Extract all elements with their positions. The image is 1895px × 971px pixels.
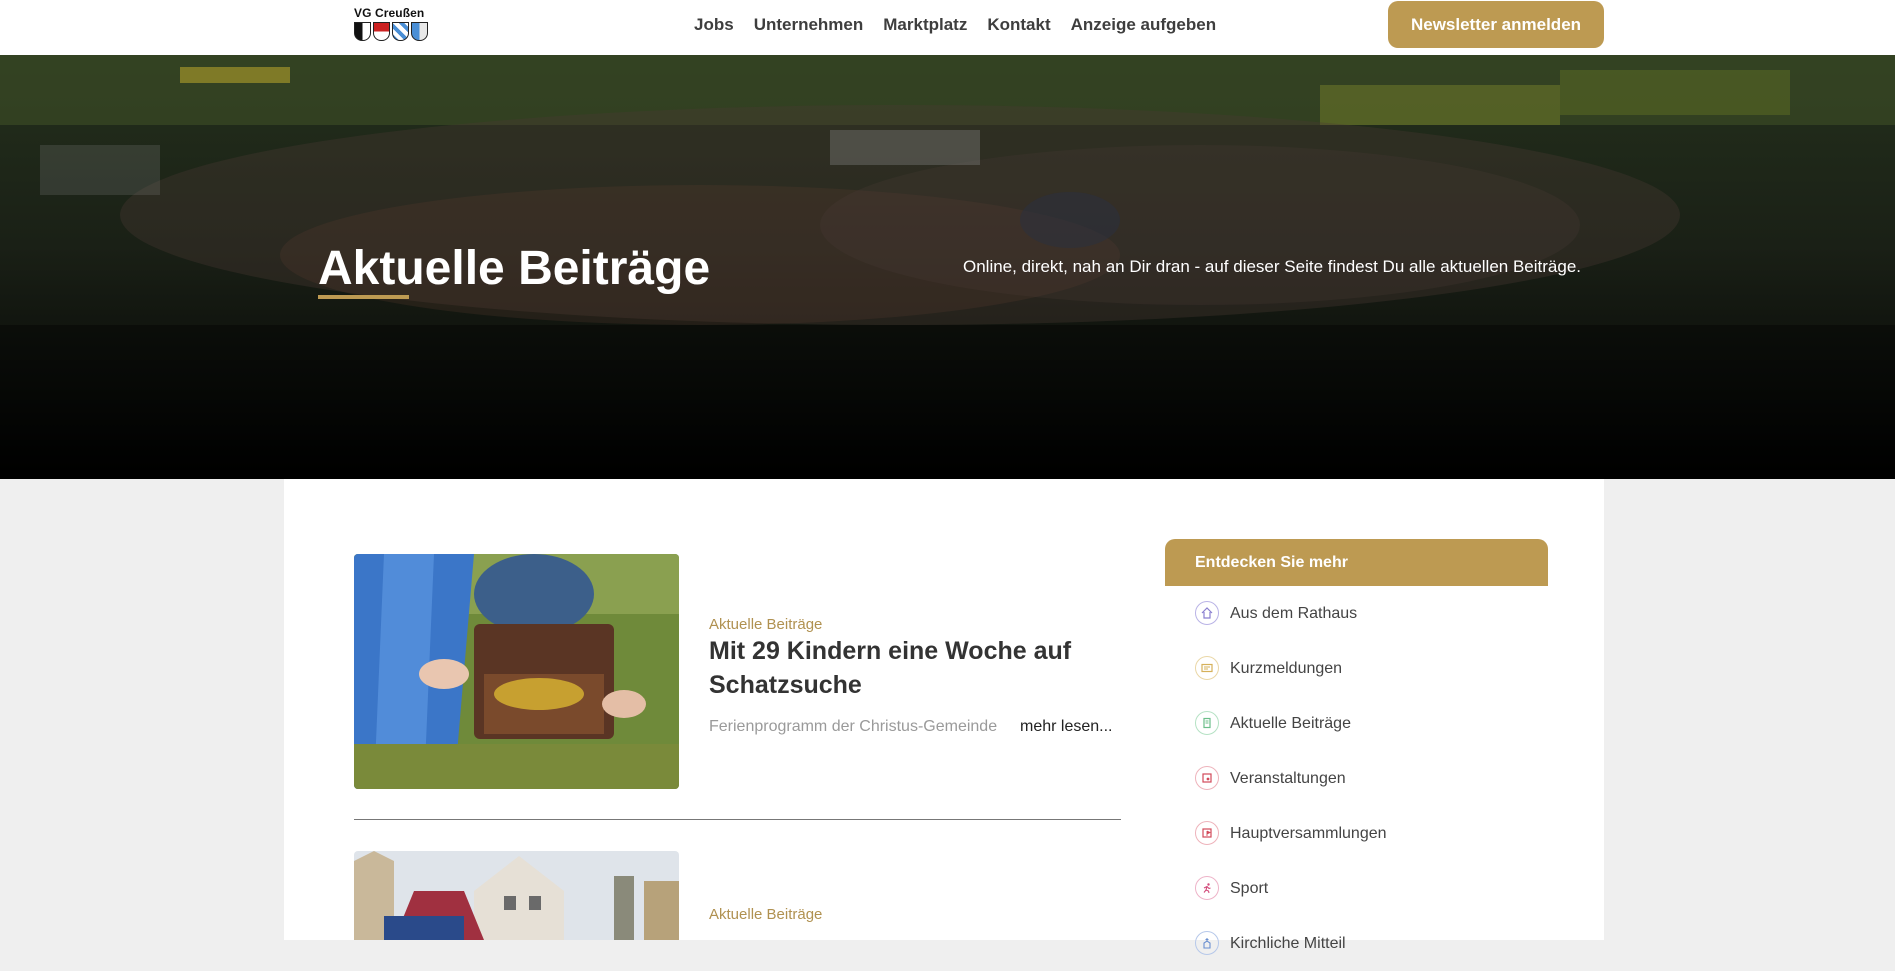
nav-unternehmen[interactable]: Unternehmen: [754, 14, 864, 36]
sidebar-item-kurzmeldungen[interactable]: Kurzmeldungen: [1165, 641, 1548, 696]
nav-jobs[interactable]: Jobs: [694, 14, 734, 36]
post-image[interactable]: [354, 851, 679, 940]
title-underline: [318, 295, 409, 299]
newspaper-icon: [1195, 656, 1219, 680]
nav-anzeige-aufgeben[interactable]: Anzeige aufgeben: [1071, 14, 1216, 36]
post-category[interactable]: Aktuelle Beiträge: [709, 906, 822, 924]
sidebar-category-list: Aus dem Rathaus Kurzmeldungen Aktuelle B…: [1165, 586, 1548, 971]
aerial-town-photo: [0, 55, 1895, 479]
hero-subtitle: Online, direkt, nah an Dir dran - auf di…: [963, 257, 1582, 276]
sidebar-item-label: Kirchliche Mitteil: [1230, 935, 1346, 952]
post-divider: [354, 819, 1121, 820]
sidebar-heading: Entdecken Sie mehr: [1165, 539, 1548, 586]
treasure-hunt-photo: [354, 554, 679, 789]
sidebar-item-label: Kurzmeldungen: [1230, 660, 1343, 677]
post-teaser: Ferienprogramm der Christus-Gemeinde: [709, 718, 998, 735]
post-category[interactable]: Aktuelle Beiträge: [709, 616, 822, 634]
nav-kontakt[interactable]: Kontakt: [987, 14, 1050, 36]
logo[interactable]: VG Creußen: [354, 6, 434, 46]
sidebar-item-label: Sport: [1230, 880, 1269, 897]
sidebar-item-sport[interactable]: Sport: [1165, 861, 1548, 916]
site-header: VG Creußen Jobs Unternehmen Marktplatz K…: [0, 0, 1895, 55]
coat-of-arms-icon: [392, 22, 409, 41]
sidebar-item-veranstaltungen[interactable]: Veranstaltungen: [1165, 751, 1548, 806]
post-item: Aktuelle Beiträge: [354, 851, 1134, 940]
read-more-link[interactable]: mehr lesen...: [1020, 717, 1112, 737]
post-image[interactable]: [354, 554, 679, 789]
church-icon: [1195, 931, 1219, 955]
main-content: Aktuelle Beiträge Mit 29 Kindern eine Wo…: [284, 479, 1604, 955]
sidebar-item-kirchliche-mitteilungen[interactable]: Kirchliche Mitteil: [1165, 916, 1548, 971]
sidebar-item-label: Veranstaltungen: [1230, 770, 1346, 787]
logo-text: VG Creußen: [354, 6, 425, 20]
newsletter-button[interactable]: Newsletter anmelden: [1388, 1, 1604, 48]
main-nav: Jobs Unternehmen Marktplatz Kontakt Anze…: [694, 14, 1216, 36]
town-square-photo: [354, 851, 679, 940]
nav-marktplatz[interactable]: Marktplatz: [883, 14, 967, 36]
page-title: Aktuelle Beiträge: [318, 242, 711, 295]
sidebar-item-label: Aus dem Rathaus: [1230, 605, 1358, 622]
calendar-flag-icon: [1195, 821, 1219, 845]
sidebar-item-hauptversammlungen[interactable]: Hauptversammlungen: [1165, 806, 1548, 861]
coat-of-arms-icons: [354, 22, 434, 41]
sidebar-item-label: Aktuelle Beiträge: [1230, 715, 1351, 732]
runner-icon: [1195, 876, 1219, 900]
post-title[interactable]: Mit 29 Kindern eine Woche auf Schatzsuch…: [709, 634, 1089, 702]
sidebar-item-aktuelle-beitraege[interactable]: Aktuelle Beiträge: [1165, 696, 1548, 751]
post-item: Aktuelle Beiträge Mit 29 Kindern eine Wo…: [354, 554, 1134, 794]
calendar-icon: [1195, 766, 1219, 790]
house-icon: [1195, 601, 1219, 625]
coat-of-arms-icon: [411, 22, 428, 41]
coat-of-arms-icon: [373, 22, 390, 41]
hero-banner: Aktuelle Beiträge Online, direkt, nah an…: [0, 55, 1895, 479]
sidebar-item-aus-dem-rathaus[interactable]: Aus dem Rathaus: [1165, 586, 1548, 641]
coat-of-arms-icon: [354, 22, 371, 41]
sidebar-item-label: Hauptversammlungen: [1230, 825, 1387, 842]
document-icon: [1195, 711, 1219, 735]
sidebar: Entdecken Sie mehr Aus dem Rathaus Kurzm…: [1165, 539, 1548, 971]
